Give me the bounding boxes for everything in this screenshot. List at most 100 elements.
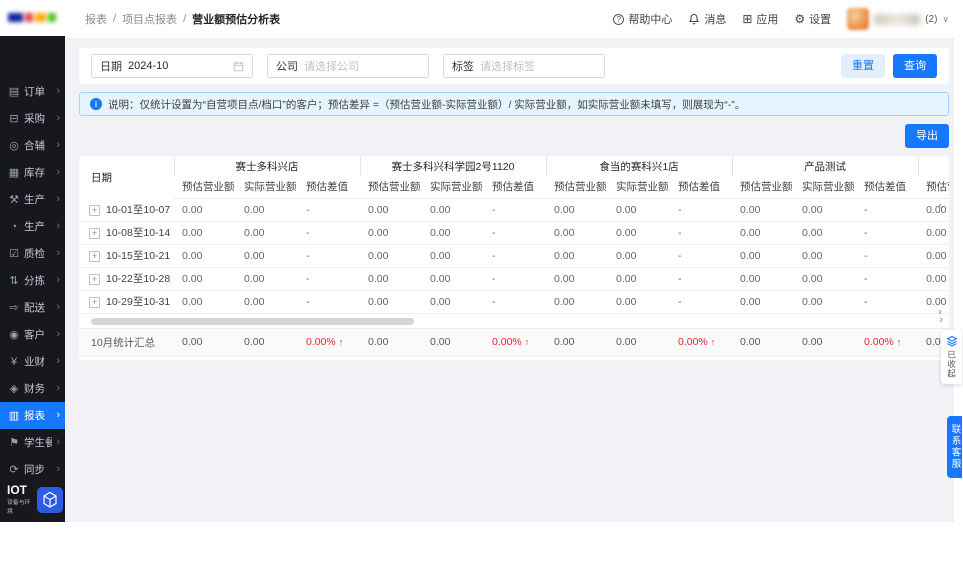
value-cell: - — [484, 290, 547, 314]
up-arrow-icon: ↑ — [710, 337, 716, 347]
date-cell: +10-01至10-07 — [79, 198, 174, 222]
sidebar-item-customers[interactable]: ◉ 客户 › — [0, 321, 65, 348]
scroll-down-icon[interactable]: ∨ — [937, 308, 942, 316]
value-cell: 0.00 — [360, 198, 423, 222]
help-center-button[interactable]: ? 帮助中心 — [613, 11, 672, 27]
sidebar-item-label: 配送 — [24, 302, 45, 314]
tag-select[interactable]: 标签 请选择标签 — [443, 54, 605, 78]
user-menu[interactable]: (2) ∨ — [847, 8, 949, 30]
scroll-up-icon[interactable]: ∧ — [937, 202, 942, 210]
sidebar-item-label: 质检 — [24, 248, 45, 260]
scrollbar-thumb[interactable] — [91, 317, 414, 325]
chevron-right-icon: › — [56, 409, 60, 421]
value-cell: - — [670, 290, 733, 314]
chevron-right-icon: › — [56, 328, 60, 340]
sidebar-item-inventory[interactable]: ▦ 库存 › — [0, 159, 65, 186]
company-select[interactable]: 公司 请选择公司 — [267, 54, 429, 78]
expand-icon[interactable]: + — [89, 251, 100, 262]
summary-row: 10月统计汇总 0.00 0.00 0.00% ↑ 0.00 0.00 0.00% ↑ 0.0… — [79, 327, 949, 357]
chevron-right-icon: › — [56, 463, 60, 475]
expand-icon[interactable]: + — [89, 204, 100, 216]
horizontal-scrollbar[interactable]: › — [89, 314, 943, 327]
sidebar-item-production[interactable]: ⚒ 生产 › — [0, 186, 65, 213]
breadcrumb-separator: / — [113, 13, 117, 25]
value-cell: 0.00 — [732, 327, 794, 357]
sidebar-item-biz-finance[interactable]: ¥ 业财 › — [0, 348, 65, 375]
sorting-icon: ⇅ — [9, 275, 19, 287]
sidebar-item-sorting[interactable]: ⇅ 分拣 › — [0, 267, 65, 294]
group-header: 赛士多科兴科学园2号1120 — [359, 156, 547, 176]
sidebar-item-finance[interactable]: ◈ 财务 › — [0, 375, 65, 402]
value-cell: 0.00 — [608, 267, 671, 291]
customer-service-tab[interactable]: 联系客服 — [947, 416, 962, 478]
sidebar-item-label: 生产 — [24, 221, 45, 233]
value-cell: - — [856, 244, 919, 268]
gear-icon: ⚙ — [794, 12, 806, 26]
up-arrow-icon: ↑ — [524, 337, 530, 347]
query-button[interactable]: 查询 — [893, 54, 937, 78]
value-cell: 0.00 — [360, 290, 423, 314]
diff-cell: 0.00% ↑ — [298, 327, 360, 357]
sub-header: 预估差值 — [298, 176, 361, 199]
value-cell: - — [856, 267, 919, 291]
sidebar-item-procurement[interactable]: ⊟ 采购 › — [0, 105, 65, 132]
sidebar-item-production-2[interactable]: ◔ 生产 › — [0, 213, 65, 240]
quality-icon: ☑ — [9, 248, 19, 260]
date-cell: +10-22至10-28 — [79, 267, 174, 291]
value-cell: - — [484, 267, 547, 291]
expand-icon[interactable]: + — [89, 228, 100, 239]
diff-cell: 0.00% ↑ — [856, 327, 918, 357]
reset-button[interactable]: 重置 — [841, 54, 885, 78]
finance-icon: ◈ — [9, 383, 19, 395]
value-cell: 0.00 — [732, 244, 795, 268]
user-badge: (2) — [925, 13, 938, 25]
iot-title: IOT — [7, 483, 27, 497]
table-row: +10-15至10-21 0.00 0.00-0.00 0.00-0.00 0.00-0… — [79, 244, 949, 268]
date-value: 2024-10 — [128, 60, 169, 72]
avatar — [847, 8, 870, 30]
expand-icon[interactable]: + — [89, 297, 100, 308]
sidebar-item-student-meals[interactable]: ⚑ 学生餐 › — [0, 429, 65, 456]
date-picker[interactable]: 日期 2024-10 — [91, 54, 253, 78]
sub-header: 实际营业额 — [608, 176, 671, 199]
summary-table: 10月统计汇总 0.00 0.00 0.00% ↑ 0.00 0.00 0.00% ↑ 0.0… — [79, 327, 949, 357]
settings-button[interactable]: ⚙ 设置 — [794, 11, 831, 27]
value-cell: 0.00 — [794, 327, 856, 357]
value-cell: 0.00 — [422, 327, 484, 357]
value-cell: 0.00 — [236, 327, 298, 357]
sub-header: 实际营业额 — [236, 176, 298, 199]
sidebar-item-label: 报表 — [24, 410, 45, 422]
value-cell: - — [670, 244, 733, 268]
value-cell: 0.00 — [546, 327, 608, 357]
value-cell: 0.00 — [422, 198, 485, 222]
iot-section[interactable]: IOT 设备与环境 — [0, 480, 65, 520]
sidebar-item-label: 学生餐 — [24, 437, 53, 449]
vertical-scrollbar[interactable]: ∧ ∨ — [934, 202, 946, 316]
value-cell: 0.00 — [608, 290, 671, 314]
expand-icon[interactable]: + — [89, 274, 100, 285]
value-cell: 0.00 — [236, 221, 298, 245]
breadcrumb-item[interactable]: 报表 — [85, 11, 107, 27]
collapse-summary-tab[interactable]: 已收起 — [941, 330, 962, 384]
sub-header: 预估营业额 — [732, 176, 795, 199]
sidebar-item-quality[interactable]: ☑ 质检 › — [0, 240, 65, 267]
value-cell: - — [856, 221, 919, 245]
sidebar-item-delivery[interactable]: ⇨ 配送 › — [0, 294, 65, 321]
sidebar-item-cooperation[interactable]: ◎ 合辅 › — [0, 132, 65, 159]
value-cell: - — [856, 290, 919, 314]
sub-header: 预估差值 — [670, 176, 733, 199]
group-header-clipped — [917, 156, 949, 176]
breadcrumb-item[interactable]: 项目点报表 — [122, 11, 177, 27]
table-row: +10-22至10-28 0.00 0.00-0.00 0.00-0.00 0.00-0… — [79, 267, 949, 291]
chevron-right-icon: › — [56, 355, 60, 367]
sidebar-item-label: 订单 — [24, 86, 45, 98]
value-cell: - — [298, 290, 361, 314]
sidebar-item-sync[interactable]: ⟳ 同步 › — [0, 456, 65, 483]
group-header: 食当的赛科兴1店 — [545, 156, 733, 176]
sidebar-item-orders[interactable]: ▤ 订单 › — [0, 78, 65, 105]
messages-button[interactable]: 消息 — [688, 11, 726, 27]
apps-button[interactable]: ⊞ 应用 — [742, 11, 778, 27]
export-button[interactable]: 导出 — [905, 124, 949, 148]
customers-icon: ◉ — [9, 329, 19, 341]
sidebar-item-reports[interactable]: ▥ 报表 › — [0, 402, 65, 429]
